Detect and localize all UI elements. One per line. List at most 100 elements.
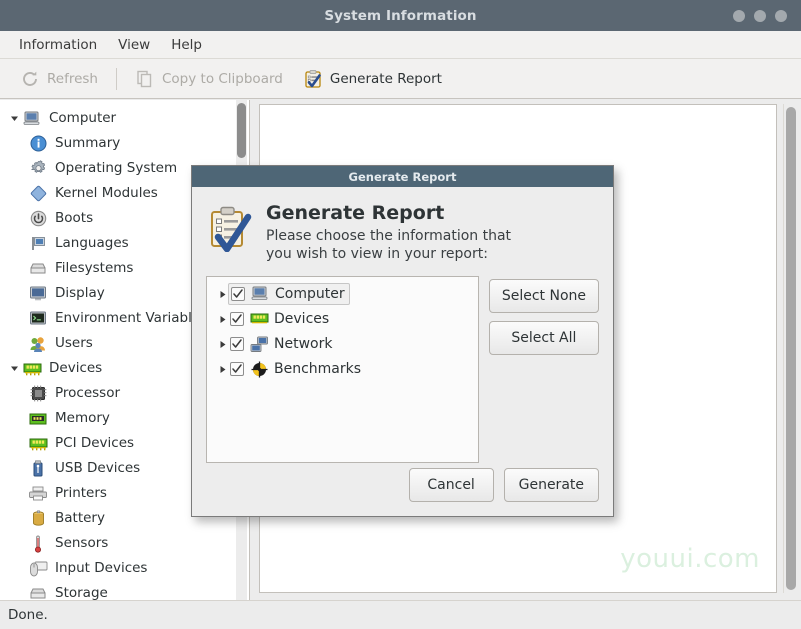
minimize-button[interactable] [733, 10, 745, 22]
sidebar-item-label: Languages [55, 237, 129, 251]
clipboard-check-icon [208, 206, 252, 252]
terminal-icon [28, 310, 48, 328]
cpu-icon [28, 385, 48, 403]
sidebar-item-label: Filesystems [55, 262, 133, 276]
storage-icon [28, 585, 48, 601]
chevron-down-icon[interactable] [6, 114, 22, 123]
status-message: Done. [8, 607, 48, 623]
refresh-icon [20, 69, 40, 89]
users-icon [28, 335, 48, 353]
input-icon [28, 560, 48, 578]
display-icon [28, 285, 48, 303]
toolbar-separator [116, 68, 117, 90]
select-all-button[interactable]: Select All [489, 321, 599, 355]
power-icon [28, 210, 48, 228]
sidebar-item-sensors[interactable]: Sensors [0, 531, 249, 556]
report-item-label: Computer [275, 286, 345, 302]
report-item-devices[interactable]: Devices [207, 307, 478, 332]
sidebar-item-label: Kernel Modules [55, 187, 158, 201]
sidebar-item-label: Operating System [55, 162, 177, 176]
dialog-subtitle-line2: you wish to view in your report: [266, 245, 511, 263]
copy-to-clipboard-button[interactable]: Copy to Clipboard [127, 65, 291, 93]
sidebar-scrollbar-thumb[interactable] [237, 103, 246, 158]
sidebar-item-label: Display [55, 287, 105, 301]
sidebar-item-label: Sensors [55, 537, 108, 551]
dialog-heading: Generate Report [266, 203, 511, 225]
sidebar-item-summary[interactable]: Summary [0, 131, 249, 156]
sidebar-item-label: Environment Variables [55, 312, 207, 326]
devices-icon [22, 360, 42, 378]
copy-label: Copy to Clipboard [162, 71, 283, 87]
sidebar-item-computer[interactable]: Computer [0, 106, 249, 131]
dialog-header-text: Generate Report Please choose the inform… [266, 203, 511, 264]
report-item-computer[interactable]: Computer [207, 282, 478, 307]
dialog-title: Generate Report [349, 170, 457, 184]
report-item-benchmarks[interactable]: Benchmarks [207, 357, 478, 382]
app-window: System Information Information View Help… [0, 0, 801, 629]
report-item-label: Devices [274, 311, 329, 327]
dialog-titlebar: Generate Report [192, 166, 613, 187]
battery-icon [28, 510, 48, 528]
generate-report-label: Generate Report [330, 71, 442, 87]
report-icon [303, 69, 323, 89]
sidebar-item-storage[interactable]: Storage [0, 581, 249, 600]
drive-icon [28, 260, 48, 278]
menu-view[interactable]: View [109, 34, 159, 56]
menubar: Information View Help [0, 31, 801, 59]
sidebar-item-label: Users [55, 337, 93, 351]
dialog-side-buttons: Select None Select All [489, 276, 599, 463]
toolbar: Refresh Copy to Clipboard [0, 59, 801, 99]
sidebar-item-label: Processor [55, 387, 120, 401]
watermark: youui.com [620, 544, 760, 574]
sidebar-item-label: Devices [49, 362, 102, 376]
memory-icon [28, 410, 48, 428]
pci-icon [28, 435, 48, 453]
report-item-checkbox[interactable] [230, 337, 244, 351]
dialog-body: Generate Report Please choose the inform… [192, 187, 613, 516]
report-item-checkbox[interactable] [230, 362, 244, 376]
report-item-label: Benchmarks [274, 361, 361, 377]
copy-icon [135, 69, 155, 89]
maximize-button[interactable] [754, 10, 766, 22]
sidebar-item-label: Battery [55, 512, 105, 526]
report-category-list: Computer [206, 276, 479, 463]
window-title: System Information [0, 8, 801, 24]
sidebar-item-label: Memory [55, 412, 110, 426]
info-icon [28, 135, 48, 153]
flag-icon [28, 235, 48, 253]
network-icon [249, 335, 269, 353]
content-scrollbar-thumb[interactable] [786, 107, 796, 590]
menu-help[interactable]: Help [162, 34, 211, 56]
select-none-button[interactable]: Select None [489, 279, 599, 313]
dialog-footer: Cancel Generate [409, 468, 599, 502]
report-item-checkbox[interactable] [231, 287, 245, 301]
sidebar-item-input-devices[interactable]: Input Devices [0, 556, 249, 581]
dialog-header: Generate Report Please choose the inform… [206, 199, 599, 276]
window-titlebar: System Information [0, 0, 801, 31]
generate-report-dialog: Generate Report [191, 165, 614, 517]
dialog-subtitle-line1: Please choose the information that [266, 227, 511, 245]
generate-report-button[interactable]: Generate Report [295, 65, 450, 93]
content-scrollbar[interactable] [783, 104, 797, 593]
refresh-button[interactable]: Refresh [12, 65, 106, 93]
sidebar-item-label: Printers [55, 487, 107, 501]
report-item-network[interactable]: Network [207, 332, 478, 357]
computer-icon [22, 110, 42, 128]
chevron-down-icon[interactable] [6, 364, 22, 373]
sidebar-item-label: PCI Devices [55, 437, 134, 451]
sidebar-item-label: Storage [55, 587, 108, 600]
generate-button[interactable]: Generate [504, 468, 599, 502]
cancel-button[interactable]: Cancel [409, 468, 494, 502]
computer-icon [250, 285, 270, 303]
close-button[interactable] [775, 10, 787, 22]
sidebar-item-label: Input Devices [55, 562, 147, 576]
sidebar-item-label: Boots [55, 212, 93, 226]
diamond-icon [28, 185, 48, 203]
menu-information[interactable]: Information [10, 34, 106, 56]
report-item-checkbox[interactable] [230, 312, 244, 326]
sensor-icon [28, 535, 48, 553]
sidebar-item-label: USB Devices [55, 462, 140, 476]
window-controls [733, 0, 787, 31]
report-item-label: Network [274, 336, 332, 352]
sidebar-item-label: Summary [55, 137, 120, 151]
